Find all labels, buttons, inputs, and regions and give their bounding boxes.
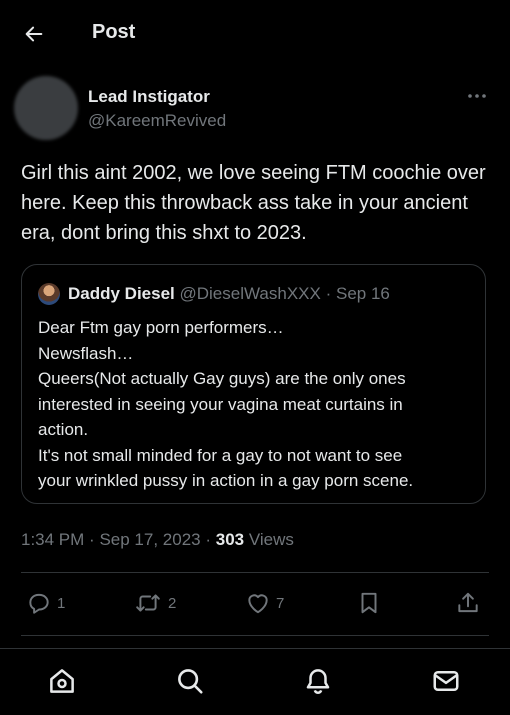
share-button[interactable]	[455, 585, 481, 621]
reply-icon	[29, 593, 49, 614]
quoted-text: Dear Ftm gay porn performers… Newsflash……	[38, 315, 483, 494]
post-timestamp: 1:34 PM · Sep 17, 2023 · 303 Views	[21, 530, 294, 550]
views-count: 303	[215, 530, 245, 549]
page-title: Post	[92, 21, 136, 43]
quoted-avatar	[38, 283, 60, 305]
quoted-text-line: It's not small minded for a gay to not w…	[38, 445, 403, 465]
author-handle[interactable]: @KareemRevived	[88, 111, 226, 131]
back-button[interactable]	[20, 20, 48, 48]
repost-button[interactable]: 2	[133, 585, 176, 621]
reply-count: 1	[57, 594, 66, 612]
divider	[21, 635, 489, 636]
timestamp-separator: ·	[89, 530, 95, 549]
repost-count: 2	[168, 594, 177, 612]
post-date[interactable]: Sep 17, 2023	[99, 530, 200, 549]
author-name[interactable]: Lead Instigator	[88, 87, 210, 107]
like-count: 7	[276, 594, 285, 612]
bookmark-icon	[361, 592, 377, 614]
post-text: Girl this aint 2002, we love seeing FTM …	[21, 162, 486, 244]
quoted-post[interactable]: Daddy Diesel @DieselWashXXX · Sep 16 Dea…	[21, 264, 486, 504]
quoted-header: Daddy Diesel @DieselWashXXX · Sep 16	[68, 284, 390, 304]
share-icon	[458, 592, 478, 613]
like-button[interactable]: 7	[245, 585, 284, 621]
quoted-text-line: interested in seeing your vagina meat cu…	[38, 394, 403, 414]
search-icon	[178, 669, 203, 694]
quoted-date: Sep 16	[335, 284, 390, 303]
quoted-separator: ·	[325, 284, 332, 303]
timestamp-separator: ·	[205, 530, 212, 549]
quoted-text-line: action.	[38, 420, 89, 439]
messages-mail-icon	[433, 671, 459, 691]
quoted-text-line: Newsflash…	[38, 343, 134, 363]
nav-notifications[interactable]	[302, 665, 334, 697]
more-button[interactable]	[464, 86, 490, 106]
bookmark-button[interactable]	[356, 585, 382, 621]
quoted-author-handle: @DieselWashXXX	[179, 284, 321, 303]
top-bar: Post	[0, 0, 510, 66]
post-time[interactable]: 1:34 PM	[21, 530, 84, 549]
arrow-left-icon	[25, 26, 43, 42]
quoted-text-line: Dear Ftm gay porn performers…	[38, 318, 284, 337]
nav-search[interactable]	[174, 665, 206, 697]
reply-button[interactable]: 1	[26, 585, 65, 621]
divider	[21, 572, 489, 573]
avatar[interactable]	[14, 76, 78, 140]
nav-messages[interactable]	[430, 665, 462, 697]
quoted-text-line: your wrinkled pussy in action in a gay p…	[38, 471, 414, 490]
quoted-author-name: Daddy Diesel	[68, 284, 175, 303]
heart-icon	[248, 594, 268, 614]
repost-icon	[136, 594, 160, 612]
bottom-navigation	[0, 648, 510, 715]
nav-home[interactable]	[46, 665, 78, 697]
more-horizontal-icon	[468, 94, 486, 98]
action-bar: 1 2 7	[0, 585, 510, 621]
views-label: Views	[248, 530, 294, 549]
notifications-bell-icon	[306, 669, 330, 694]
quoted-text-line: Queers(Not actually Gay guys) are the on…	[38, 369, 406, 388]
home-icon	[50, 669, 74, 693]
